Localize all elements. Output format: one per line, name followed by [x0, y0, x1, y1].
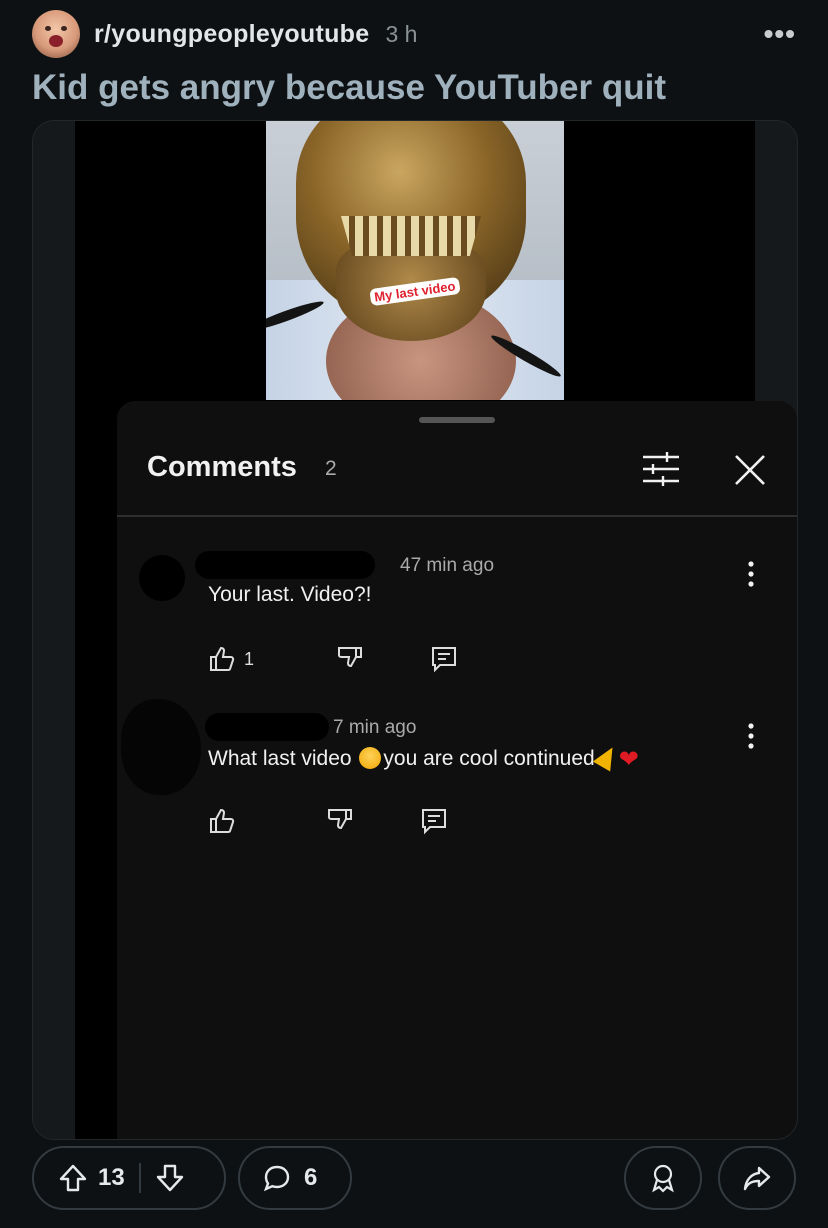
post-actions: 13 6 [32, 1146, 796, 1216]
close-icon[interactable] [733, 453, 767, 487]
comments-count: 2 [325, 457, 337, 480]
comments-button[interactable]: 6 [238, 1146, 352, 1210]
comments-title: Comments [147, 451, 297, 483]
comment-text-part: What last video [208, 747, 358, 770]
reply-icon [422, 809, 446, 835]
post-media[interactable]: My last video Comments 2 47 min ago Your… [32, 120, 798, 1140]
dislike-button[interactable] [326, 807, 354, 835]
vote-divider [138, 1163, 141, 1193]
post-time: 3 h [385, 20, 418, 47]
thumbs-up-icon [210, 646, 235, 671]
comment-text: What last video you are cool continued ❤ [208, 742, 639, 774]
comment-time: 7 min ago [333, 717, 417, 738]
share-button[interactable] [718, 1146, 796, 1210]
comment-item: 7 min ago What last video you are cool c… [117, 699, 797, 849]
comment-text-part: you are cool continued [383, 747, 595, 770]
video-frame: My last video [266, 121, 564, 400]
drag-handle[interactable] [419, 417, 495, 423]
share-icon [743, 1166, 771, 1191]
comment-bubble-icon [263, 1165, 290, 1192]
comment-time: 47 min ago [400, 555, 495, 576]
divider [117, 515, 797, 517]
downvote-icon[interactable] [155, 1163, 185, 1193]
reply-button[interactable] [420, 807, 448, 835]
commenter-name-redacted[interactable] [195, 551, 375, 579]
reply-button[interactable] [430, 645, 458, 673]
upvote-icon[interactable] [58, 1163, 88, 1193]
reply-icon [432, 647, 457, 673]
like-button[interactable]: 1 [208, 645, 254, 673]
post-title[interactable]: Kid gets angry because YouTuber quit [32, 68, 796, 108]
thumbs-down-icon [337, 647, 363, 668]
party-popper-icon [592, 742, 621, 772]
post-header: r/youngpeopleyoutube 3 h ••• [32, 8, 796, 60]
comment-item: 47 min ago Your last. Video?! 1 [117, 537, 797, 687]
filter-icon[interactable] [641, 451, 681, 487]
comment-text: Your last. Video?! [208, 583, 372, 606]
award-icon [652, 1164, 674, 1193]
upvote-count: 13 [98, 1164, 125, 1191]
thumbs-up-icon [210, 808, 235, 833]
comment-more-icon[interactable] [745, 559, 757, 589]
thumbs-down-icon [327, 809, 352, 830]
comments-sheet: Comments 2 47 min ago Your last. Video?! [117, 401, 797, 1139]
commenter-avatar-redacted[interactable] [139, 555, 185, 601]
more-options-icon[interactable]: ••• [764, 20, 796, 48]
dislike-button[interactable] [336, 645, 364, 673]
video-screenshot: My last video Comments 2 47 min ago Your… [75, 121, 797, 1139]
commenter-name-redacted[interactable] [205, 713, 329, 741]
like-button[interactable] [208, 807, 236, 835]
subreddit-avatar[interactable] [32, 10, 80, 58]
comment-count: 6 [304, 1164, 318, 1191]
commenter-avatar-redacted[interactable] [121, 699, 201, 795]
vote-control: 13 [32, 1146, 226, 1210]
like-count: 1 [244, 648, 255, 669]
award-button[interactable] [624, 1146, 702, 1210]
comment-more-icon[interactable] [745, 721, 757, 751]
subreddit-name[interactable]: r/youngpeopleyoutube [94, 20, 369, 49]
angry-face-icon [359, 747, 382, 769]
heart-icon: ❤ [618, 746, 639, 773]
